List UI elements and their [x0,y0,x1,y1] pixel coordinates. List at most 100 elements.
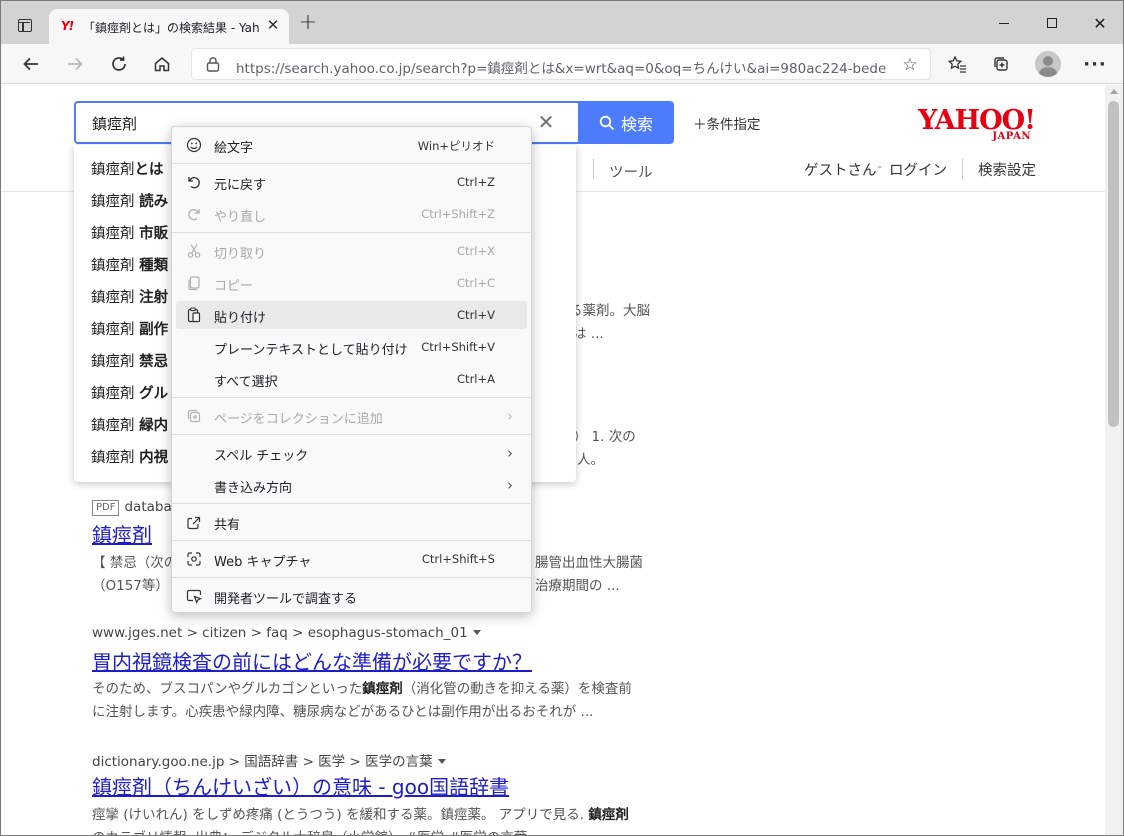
tools-link[interactable]: ツール [609,161,653,182]
menu-item-share[interactable]: 共有 [176,508,527,536]
scroll-thumb[interactable] [1108,101,1119,427]
suggestion-item[interactable]: 鎮痙剤 市販 [91,222,171,246]
menu-item-cut[interactable]: 切り取り Ctrl+X [176,237,527,265]
menu-item-copy[interactable]: コピー Ctrl+C [176,269,527,297]
collections-icon [994,57,1008,71]
suggestion-item[interactable]: 鎮痙剤 緑内 [91,414,171,438]
search-settings-link[interactable]: 検索設定 [978,159,1036,180]
suggestion-item[interactable]: 鎮痙剤 種類 [91,254,171,278]
menu-item-select-all[interactable]: すべて選択 Ctrl+A [176,365,527,393]
snippet-fragment: 。） 1. 次の [567,429,636,445]
result-snippet: そのため、ブスコパンやグルカゴンといった鎮痙剤（消化管の動きを抑える薬）を検査前 [92,681,632,697]
chevron-right-icon: › [507,444,513,462]
reload-button[interactable] [103,48,135,80]
redo-icon [188,209,200,221]
suggestion-item[interactable]: 鎮痙剤とは [91,158,171,182]
menu-item-label: ページをコレクションに追加 [214,412,383,427]
result-title[interactable]: 鎮痙剤 [92,519,152,548]
menu-item-shortcut: Ctrl+A [457,372,495,386]
home-button[interactable] [146,48,178,80]
suggestion-item[interactable]: 鎮痙剤 副作 [91,318,171,342]
menu-item-inspect[interactable]: 開発者ツールで調査する [176,582,527,610]
menu-item-shortcut: Ctrl+Shift+S [421,552,495,566]
menu-item-undo[interactable]: 元に戻す Ctrl+Z [176,168,527,196]
suggestion-item[interactable]: 鎮痙剤 読み [91,190,171,214]
back-button[interactable] [15,48,47,80]
result-title[interactable]: 胃内視鏡検査の前にはどんな準備が必要ですか？ [92,646,532,675]
favorites-button[interactable] [941,48,973,80]
maximize-button[interactable] [1037,9,1067,37]
url-text[interactable]: https://search.yahoo.co.jp/search?p=鎮痙剤と… [236,57,886,77]
browser-window: Y! 「鎮痙剤とは」の検索結果 - Yahoo! ✕ + ✕ https://s… [0,0,1124,836]
scroll-up-icon[interactable] [1110,89,1118,94]
suggestion-item[interactable]: 鎮痙剤 グル [91,382,171,406]
menu-item-label: プレーンテキストとして貼り付け [214,343,408,358]
page-content: 鎮痙剤 ✕ 検索 ＋条件指定 YAHOO! JAPAN ツール ゲストさん - … [1,85,1105,835]
context-menu: 絵文字 Win+ピリオド 元に戻す Ctrl+Z やり直し Ctrl+Shift… [171,126,532,613]
copy-icon [188,276,200,291]
forward-button[interactable] [59,48,91,80]
menu-item-emoji[interactable]: 絵文字 Win+ピリオド [176,131,527,159]
menu-item-shortcut: Ctrl+V [457,308,495,322]
menu-item-writing-direction[interactable]: 書き込み方向 › [176,471,527,499]
minimize-button[interactable] [989,9,1019,37]
menu-item-redo[interactable]: やり直し Ctrl+Shift+Z [176,200,527,228]
menu-item-label: すべて選択 [214,375,278,390]
tab-close-icon[interactable]: ✕ [263,15,283,35]
lock-icon [206,57,220,72]
maximize-icon [1047,18,1057,28]
result-url-text: dictionary.goo.ne.jp > 国語辞書 > 医学 > 医学の言葉 [92,754,433,770]
snippet-fragment: 人。 [577,452,604,468]
result-url[interactable]: dictionary.goo.ne.jp > 国語辞書 > 医学 > 医学の言葉 [92,750,446,770]
yahoo-favicon-icon: Y! [61,19,74,33]
menu-item-add-to-collection[interactable]: ページをコレクションに追加 › [176,402,527,430]
tab-strip: Y! 「鎮痙剤とは」の検索結果 - Yahoo! ✕ + ✕ [1,1,1123,44]
yahoo-japan-logo[interactable]: YAHOO! JAPAN [918,107,1039,143]
menu-separator [172,577,531,578]
menu-item-spell-check[interactable]: スペル チェック › [176,439,527,467]
menu-separator [172,163,531,164]
arrow-right-icon [68,57,83,71]
close-window-button[interactable]: ✕ [1085,9,1115,37]
collections-button[interactable] [985,48,1017,80]
search-input[interactable]: 鎮痙剤 [92,113,137,134]
search-button[interactable]: 検索 [578,101,674,144]
more-menu-button[interactable]: ··· [1079,48,1111,80]
menu-item-web-capture[interactable]: Web キャプチャ Ctrl+Shift+S [176,545,527,573]
add-favorite-icon[interactable]: ☆ [900,55,920,75]
menu-item-shortcut: Ctrl+Shift+V [421,340,495,354]
share-icon [187,516,201,530]
arrow-left-icon [23,57,38,71]
tab-yahoo-search[interactable]: Y! 「鎮痙剤とは」の検索結果 - Yahoo! ✕ [49,9,289,44]
suggestion-item[interactable]: 鎮痙剤 禁忌 [91,350,171,374]
result-url[interactable]: www.jges.net > citizen > faq > esophagus… [92,625,481,641]
address-bar[interactable]: https://search.yahoo.co.jp/search?p=鎮痙剤と… [191,48,931,80]
undo-icon [188,177,200,189]
menu-item-paste[interactable]: 貼り付け Ctrl+V [176,301,527,329]
profile-avatar[interactable] [1035,51,1061,77]
menu-item-label: 元に戻す [214,178,267,193]
result-url[interactable]: PDF databas [92,499,179,516]
page-scrollbar[interactable] [1105,85,1123,835]
result-url-text: www.jges.net > citizen > faq > esophagus… [92,625,468,641]
caret-down-icon[interactable] [472,630,481,635]
new-tab-button[interactable]: + [297,12,319,35]
menu-item-shortcut: Ctrl+Z [457,175,495,189]
suggestion-item[interactable]: 鎮痙剤 内視 [91,446,171,470]
menu-item-label: 開発者ツールで調査する [214,592,358,607]
favorites-icon [947,55,966,73]
menu-item-paste-plain[interactable]: プレーンテキストとして貼り付け Ctrl+Shift+V [176,333,527,361]
menu-item-shortcut: Ctrl+C [456,276,495,290]
caret-down-icon[interactable] [437,759,446,764]
result-snippet: のカテゴリ情報. 出典： デジタル大辞泉（小学館） #医学 #医学の言葉 [92,826,527,835]
logo-sub-text: JAPAN [992,131,1031,142]
divider [962,159,963,179]
clear-icon[interactable]: ✕ [534,110,558,134]
menu-separator [172,540,531,541]
tab-actions-button[interactable] [11,11,39,39]
login-link[interactable]: ログイン [889,159,947,180]
tab-title: 「鎮痙剤とは」の検索結果 - Yahoo! [83,21,259,35]
result-title[interactable]: 鎮痙剤（ちんけいざい）の意味 - goo国語辞書 [92,771,509,800]
conditions-link[interactable]: ＋条件指定 [693,113,761,133]
suggestion-item[interactable]: 鎮痙剤 注射 [91,286,171,310]
